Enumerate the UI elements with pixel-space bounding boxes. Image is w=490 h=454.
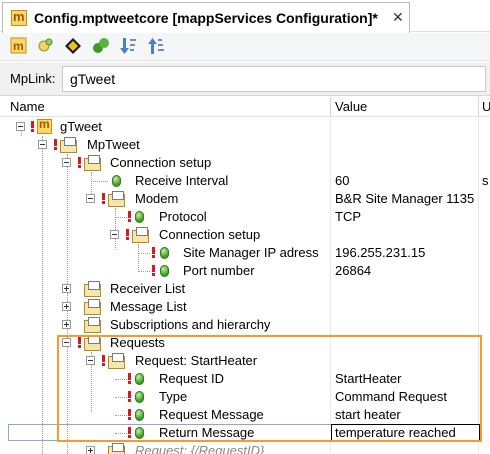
tab-bar: Config.mptweetcore [mappServices Configu…	[0, 0, 490, 33]
tree-unit: s	[482, 173, 489, 188]
tree-row[interactable]: MpTweet	[0, 136, 490, 154]
column-value[interactable]: Value	[335, 99, 367, 114]
collapse-toggle[interactable]	[38, 140, 47, 149]
mplink-input[interactable]: gTweet	[62, 66, 486, 92]
folder-icon	[132, 227, 149, 243]
folder-icon	[108, 443, 125, 454]
warning-icon	[31, 121, 34, 132]
column-divider[interactable]	[330, 97, 331, 117]
tree-value[interactable]: TCP	[335, 209, 361, 224]
tree-row[interactable]: Message List	[0, 298, 490, 316]
tree-label: Connection setup	[159, 227, 261, 242]
warning-icon	[102, 193, 105, 204]
tree-row[interactable]: Receive Interval 60 s	[0, 172, 490, 190]
tree-label: Message List	[110, 299, 187, 314]
warning-icon	[54, 139, 57, 150]
mplink-label: MpLink:	[10, 71, 56, 86]
tree-row[interactable]: Site Manager IP adress 196.255.231.15	[0, 244, 490, 262]
tree-value[interactable]: B&R Site Manager 1135	[335, 191, 474, 206]
link-icon[interactable]	[92, 37, 110, 55]
folder-icon	[108, 191, 125, 207]
warning-icon	[152, 265, 155, 276]
tree-label: Request: {/RequestID}	[135, 443, 265, 454]
folder-icon	[84, 281, 101, 297]
tree-row[interactable]: Protocol TCP	[0, 208, 490, 226]
mapp-icon[interactable]: m	[10, 37, 28, 55]
collapse-toggle[interactable]	[110, 230, 119, 239]
warning-icon	[128, 211, 131, 222]
parameter-icon	[160, 265, 169, 277]
folder-icon	[60, 137, 77, 153]
tree-label: Receive Interval	[135, 173, 229, 188]
column-divider[interactable]	[478, 97, 479, 117]
new-item-icon[interactable]	[36, 37, 54, 55]
tree-label: Subscriptions and hierarchy	[110, 317, 271, 332]
svg-text:m: m	[13, 39, 24, 53]
tree-value[interactable]: 26864	[335, 263, 371, 278]
sort-descending-icon[interactable]	[120, 37, 138, 55]
tree-label: Modem	[135, 191, 179, 206]
parameter-icon	[135, 211, 144, 223]
tree-label: Connection setup	[110, 155, 212, 170]
tree-value[interactable]: 60	[335, 173, 349, 188]
tree-row[interactable]: Request: {/RequestID}	[0, 442, 490, 454]
tree-label: Receiver List	[110, 281, 186, 296]
tree-row[interactable]: Connection setup	[0, 226, 490, 244]
mplink-bar: MpLink: gTweet	[0, 62, 490, 96]
collapse-toggle[interactable]	[62, 158, 71, 167]
folder-icon	[84, 317, 101, 333]
parameter-icon	[160, 247, 169, 259]
tree-row[interactable]: Receiver List	[0, 280, 490, 298]
warning-icon	[78, 157, 81, 168]
expand-toggle[interactable]	[86, 446, 95, 454]
tree-value[interactable]: 196.255.231.15	[335, 245, 425, 260]
mapp-config-icon	[11, 9, 27, 26]
column-unit[interactable]: U	[482, 99, 490, 114]
parameter-icon	[112, 175, 121, 187]
expand-toggle[interactable]	[62, 320, 71, 329]
expand-toggle[interactable]	[62, 302, 71, 311]
expand-toggle[interactable]	[62, 284, 71, 293]
tree-row[interactable]: gTweet	[0, 118, 490, 136]
tab-title: Config.mptweetcore [mappServices Configu…	[34, 10, 378, 26]
collapse-toggle[interactable]	[16, 122, 25, 131]
collapse-toggle[interactable]	[86, 194, 95, 203]
tree-row[interactable]: Modem B&R Site Manager 1135	[0, 190, 490, 208]
tree-label: Site Manager IP adress	[183, 245, 319, 260]
close-icon[interactable]: ✕	[392, 9, 404, 26]
config-tree: gTweet MpTweet Connection setup Receive …	[0, 118, 490, 454]
warning-icon	[152, 247, 155, 258]
tree-row[interactable]: Port number 26864	[0, 262, 490, 280]
folder-icon	[84, 155, 101, 171]
tree-label: MpTweet	[87, 137, 140, 152]
toolbar: m	[0, 33, 490, 61]
highlight-box	[57, 335, 482, 442]
mapp-config-icon	[37, 118, 52, 134]
column-name[interactable]: Name	[10, 99, 45, 114]
tree-label: Protocol	[159, 209, 207, 224]
folder-icon	[84, 299, 101, 315]
tree-row[interactable]: Subscriptions and hierarchy	[0, 316, 490, 334]
tree-row[interactable]: Connection setup	[0, 154, 490, 172]
navigate-icon[interactable]	[64, 37, 82, 55]
tree-label: gTweet	[60, 119, 102, 134]
column-header: Name Value U	[0, 97, 490, 117]
warning-icon	[126, 229, 129, 240]
sort-ascending-icon[interactable]	[148, 37, 166, 55]
editor-tab[interactable]: Config.mptweetcore [mappServices Configu…	[2, 2, 410, 33]
tree-label: Port number	[183, 263, 255, 278]
